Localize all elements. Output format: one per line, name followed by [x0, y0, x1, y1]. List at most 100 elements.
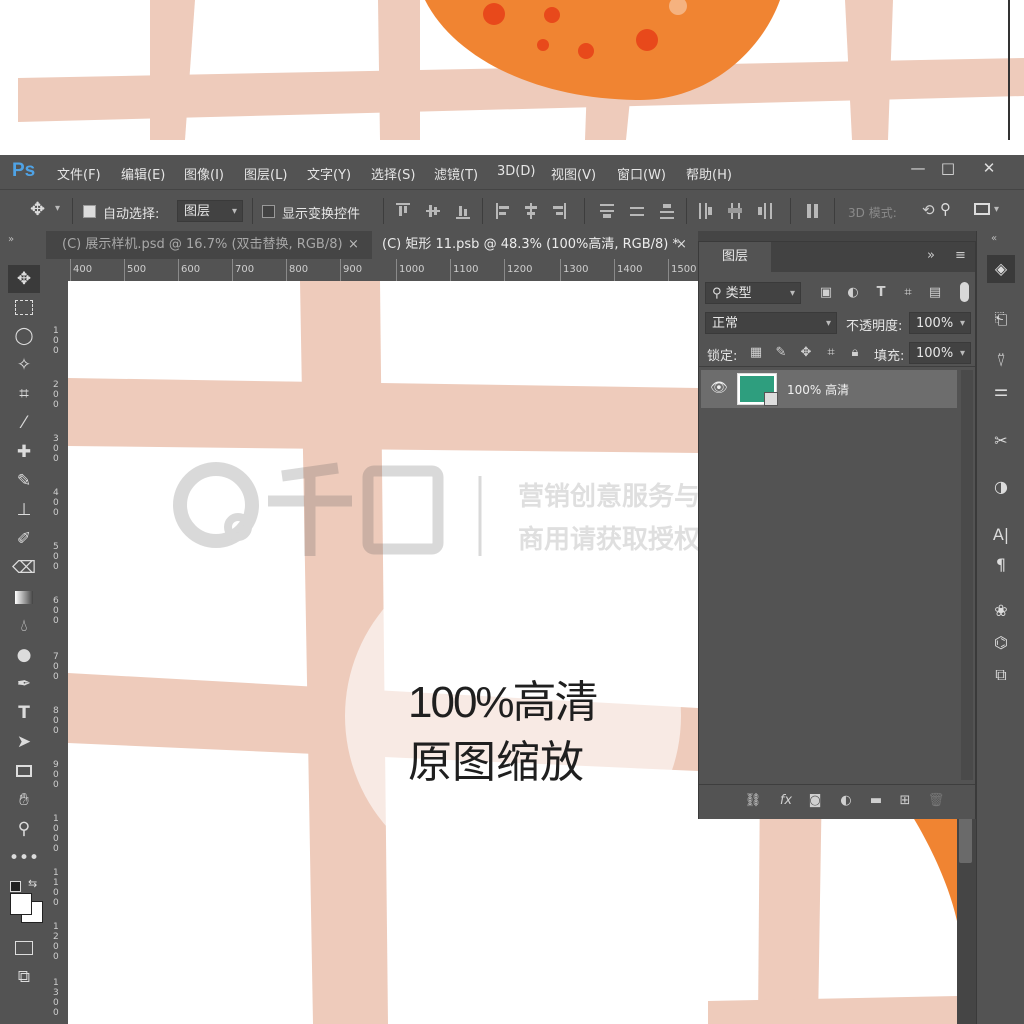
foreground-color-swatch[interactable]: [10, 893, 32, 915]
distribute-bottom-icon[interactable]: [660, 203, 674, 219]
character-panel-icon[interactable]: A|: [987, 521, 1015, 549]
marquee-tool-icon[interactable]: [8, 293, 40, 321]
paragraph-panel-icon[interactable]: ¶: [987, 551, 1015, 579]
add-style-fx-icon[interactable]: fx: [777, 792, 795, 810]
filter-adjustment-icon[interactable]: ◐: [844, 284, 862, 302]
menu-image[interactable]: 图像(I): [184, 164, 224, 183]
type-tool-icon[interactable]: T: [8, 699, 40, 727]
magic-wand-tool-icon[interactable]: ✧: [8, 351, 40, 379]
adjustments-dock-icon[interactable]: ⚌: [987, 377, 1015, 405]
auto-select-dropdown[interactable]: 图层 ▾: [177, 200, 243, 222]
distribute-top-icon[interactable]: [600, 203, 614, 219]
filter-type-icon[interactable]: T: [872, 284, 890, 302]
layers-dock-icon[interactable]: ◈: [987, 255, 1015, 283]
align-hcenter-icon[interactable]: [524, 203, 538, 219]
menu-view[interactable]: 视图(V): [551, 164, 596, 183]
visibility-eye-icon[interactable]: 👁︎: [710, 380, 728, 396]
layers-scrollbar[interactable]: [961, 370, 973, 780]
tools-dock-icon[interactable]: ✂: [987, 427, 1015, 455]
layer-row[interactable]: 👁︎ 100% 高清: [701, 370, 957, 408]
distribute-vcenter-icon[interactable]: [630, 203, 644, 219]
eyedropper-tool-icon[interactable]: ⁄: [8, 409, 40, 437]
blend-mode-dropdown[interactable]: 正常 ▾: [705, 312, 837, 334]
panel-menu-icon[interactable]: ≡: [955, 248, 966, 263]
path-selection-tool-icon[interactable]: ➤: [8, 728, 40, 756]
chevron-down-icon[interactable]: ▾: [55, 203, 60, 214]
new-adjustment-icon[interactable]: ◐: [837, 792, 855, 810]
filter-toggle[interactable]: [960, 282, 969, 302]
default-colors-icon[interactable]: [10, 881, 21, 892]
align-bottom-icon[interactable]: [456, 203, 470, 219]
glyphs-dock-icon[interactable]: ⧉: [987, 661, 1015, 689]
show-transform-checkbox[interactable]: [262, 205, 275, 218]
vertical-scrollbar[interactable]: [957, 809, 976, 1024]
collapse-dock-icon[interactable]: «: [991, 233, 997, 244]
history-brush-tool-icon[interactable]: ✐: [8, 525, 40, 553]
clone-stamp-tool-icon[interactable]: ⊥: [8, 496, 40, 524]
tab-rectangle-11[interactable]: (C) 矩形 11.psb @ 48.3% (100%高清, RGB/8) * …: [372, 231, 698, 259]
pen-tool-icon[interactable]: ✒: [8, 670, 40, 698]
quick-mask-icon[interactable]: [8, 934, 40, 962]
3d-orbit-icon[interactable]: ⟲: [922, 201, 935, 219]
menu-help[interactable]: 帮助(H): [686, 164, 732, 183]
scrollbar-thumb[interactable]: [959, 813, 972, 863]
channels-dock-icon[interactable]: ❀: [987, 597, 1015, 625]
filter-smart-object-icon[interactable]: ▤: [926, 284, 944, 302]
menu-layer[interactable]: 图层(L): [244, 164, 287, 183]
opacity-input[interactable]: 100% ▾: [909, 312, 971, 334]
auto-select-checkbox[interactable]: [83, 205, 96, 218]
chevron-down-icon[interactable]: ▾: [994, 204, 999, 215]
distribute-left-icon[interactable]: [698, 203, 712, 219]
fill-input[interactable]: 100% ▾: [909, 342, 971, 364]
tab-showcase[interactable]: (C) 展示样机.psd @ 16.7% (双击替换, RGB/8) ×: [52, 231, 370, 259]
tab-close-button[interactable]: ×: [348, 231, 359, 259]
dodge-tool-icon[interactable]: ●: [8, 641, 40, 669]
menu-3d[interactable]: 3D(D): [497, 164, 535, 179]
workspace-icon[interactable]: [974, 203, 990, 215]
lock-all-icon[interactable]: 🔒︎: [846, 344, 864, 362]
character-dock-icon[interactable]: ⍢: [987, 347, 1015, 375]
tab-close-button[interactable]: ×: [676, 231, 687, 259]
crop-tool-icon[interactable]: ⌗: [8, 380, 40, 408]
align-right-icon[interactable]: [552, 203, 566, 219]
hand-tool-icon[interactable]: ✋︎: [8, 786, 40, 814]
vertical-ruler[interactable]: 100 200 300 400 500 600 700 800 900 1000…: [46, 281, 69, 1024]
menu-file[interactable]: 文件(F): [57, 164, 101, 183]
horizontal-ruler[interactable]: 400 500 600 700 800 900 1000 1100 1200 1…: [46, 259, 698, 282]
collapse-toolbar-icon[interactable]: »: [8, 234, 14, 245]
move-tool-icon[interactable]: ✥: [8, 265, 40, 293]
layer-name[interactable]: 100% 高清: [787, 381, 849, 398]
link-layers-icon[interactable]: ⛓: [744, 792, 762, 810]
rectangle-tool-icon[interactable]: [8, 757, 40, 785]
add-mask-icon[interactable]: ◙: [806, 792, 824, 810]
lock-artboard-icon[interactable]: ⌗: [822, 344, 840, 362]
menu-edit[interactable]: 编辑(E): [121, 164, 165, 183]
close-window-button[interactable]: ✕: [972, 157, 1006, 179]
history-dock-icon[interactable]: ⎗: [987, 305, 1015, 333]
healing-brush-tool-icon[interactable]: ✚: [8, 438, 40, 466]
new-group-icon[interactable]: ▬: [867, 792, 885, 810]
delete-layer-icon[interactable]: 🗑︎: [927, 792, 945, 810]
collapse-panel-icon[interactable]: »: [927, 248, 935, 263]
filter-pixel-icon[interactable]: ▣: [817, 284, 835, 302]
search-icon[interactable]: ⚲: [940, 200, 951, 218]
distribute-hcenter-icon[interactable]: [728, 203, 742, 219]
minimize-button[interactable]: —: [901, 157, 935, 179]
maximize-button[interactable]: □: [931, 157, 965, 179]
menu-type[interactable]: 文字(Y): [307, 164, 351, 183]
align-left-icon[interactable]: [496, 203, 510, 219]
new-layer-icon[interactable]: ⊞: [896, 792, 914, 810]
layer-filter-dropdown[interactable]: ⚲ 类型 ▾: [705, 282, 801, 304]
filter-shape-icon[interactable]: ⌗: [899, 284, 917, 302]
tab-layers[interactable]: 图层: [699, 242, 771, 272]
menu-select[interactable]: 选择(S): [371, 164, 415, 183]
zoom-tool-icon[interactable]: ⚲: [8, 815, 40, 843]
paths-dock-icon[interactable]: ⌬: [987, 629, 1015, 657]
menu-filter[interactable]: 滤镜(T): [434, 164, 478, 183]
blur-tool-icon[interactable]: 💧︎: [8, 612, 40, 640]
move-tool-preset-icon[interactable]: ✥: [30, 199, 45, 220]
screen-mode-icon[interactable]: ⧉: [8, 963, 40, 991]
lock-transparent-icon[interactable]: ▦: [747, 344, 765, 362]
align-top-icon[interactable]: [396, 203, 410, 219]
lasso-tool-icon[interactable]: ◯: [8, 322, 40, 350]
